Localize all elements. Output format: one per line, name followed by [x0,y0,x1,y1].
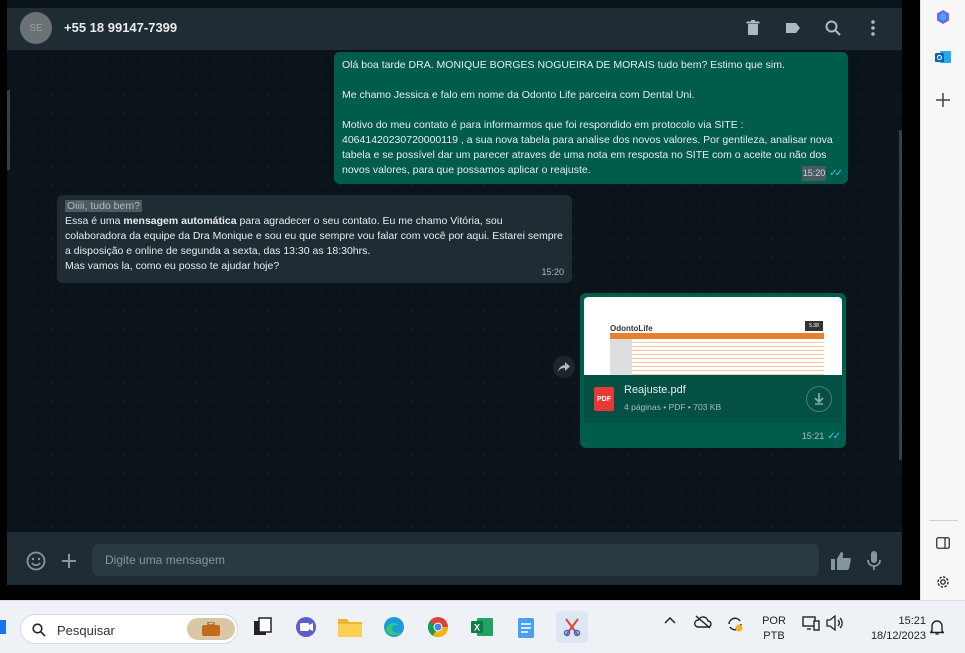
label-icon[interactable] [783,18,803,38]
copilot-icon[interactable] [933,7,953,27]
notepad-icon[interactable] [513,614,539,640]
sidebar-toggle-icon[interactable] [933,533,953,553]
start-icon[interactable] [0,620,6,634]
message-input[interactable]: Digite uma mensagem [92,544,819,576]
input-language[interactable]: POR PTB [760,614,788,644]
message-paragraph: Olá boa tarde DRA. MONIQUE BORGES NOGUEI… [342,59,785,71]
forward-icon[interactable] [553,356,575,378]
file-meta: 4 páginas • PDF • 703 KB [624,402,722,412]
edge-icon[interactable] [381,614,407,640]
message-text: Essa é uma mensagem automática para agra… [65,215,563,257]
menu-icon[interactable] [863,18,883,38]
search-placeholder: Pesquisar [57,623,115,638]
message-quote: Oiiii, tudo bem? [65,200,142,212]
left-scrollbar[interactable] [7,90,10,170]
message-outgoing-document[interactable]: OdontoLife 5.38 PDF Reajuste.pdf 4 págin… [580,293,846,448]
emoji-icon[interactable] [25,550,47,572]
svg-text:O: O [937,55,943,62]
svg-text:X: X [474,623,480,633]
chevron-up-icon[interactable] [664,615,676,627]
notification-bell-icon[interactable] [928,619,946,638]
outlook-icon[interactable]: O [933,47,953,67]
browser-sidebar: O [920,0,965,600]
document-row[interactable]: PDF Reajuste.pdf 4 páginas • PDF • 703 K… [584,375,842,423]
thumb-code: 5.38 [805,321,823,331]
taskbar-search[interactable]: Pesquisar [20,614,238,644]
read-ticks-icon: ✓✓ [829,168,843,179]
search-icon[interactable] [823,18,843,38]
trash-icon[interactable] [743,18,763,38]
message-paragraph: Me chamo Jessica e falo em nome da Odont… [342,89,695,101]
message-time: 15:20 ✓✓ [801,166,843,181]
message-time: 15:21 ✓✓ [801,431,841,442]
file-explorer-icon[interactable] [337,614,363,640]
microphone-icon[interactable] [863,550,885,572]
pdf-icon: PDF [594,387,614,411]
sync-icon[interactable] [726,615,744,636]
add-icon[interactable] [933,90,953,110]
taskbar-clock[interactable]: 15:21 18/12/2023 [858,614,926,644]
excel-icon[interactable]: X [469,614,495,640]
whatsapp-window: SE +55 18 99147-7399 Olá boa tarde DRA. … [7,0,902,585]
screen: SE +55 18 99147-7399 Olá boa tarde DRA. … [0,0,965,653]
cloud-offline-icon[interactable] [694,615,712,632]
teams-meet-icon[interactable] [293,614,319,640]
thumbs-up-icon[interactable] [830,550,852,572]
pdf-thumbnail[interactable]: OdontoLife 5.38 [584,297,842,375]
briefcase-icon[interactable] [187,618,235,640]
read-ticks-icon: ✓✓ [827,431,841,442]
chrome-icon[interactable] [425,614,451,640]
download-icon[interactable] [806,386,832,412]
message-time: 15:20 [541,267,564,277]
message-text: Mas vamos la, como eu posso te ajudar ho… [65,260,280,272]
search-icon [32,623,46,637]
network-icon[interactable] [802,615,820,634]
file-name: Reajuste.pdf [624,384,686,396]
contact-name[interactable]: +55 18 99147-7399 [64,20,177,35]
volume-icon[interactable] [826,614,844,634]
task-view-icon[interactable] [250,614,276,640]
chat-header: SE +55 18 99147-7399 [7,8,902,50]
chat-scrollbar[interactable] [899,130,902,460]
attach-plus-icon[interactable] [58,550,80,572]
avatar[interactable]: SE [20,12,52,44]
settings-gear-icon[interactable] [933,572,953,592]
message-paragraph: Motivo do meu contato é para informarmos… [342,119,833,176]
message-outgoing[interactable]: Olá boa tarde DRA. MONIQUE BORGES NOGUEI… [334,52,848,184]
snipping-tool-icon[interactable] [556,611,588,643]
chat-area[interactable]: Olá boa tarde DRA. MONIQUE BORGES NOGUEI… [7,50,902,532]
message-incoming[interactable]: Oiiii, tudo bem? Essa é uma mensagem aut… [57,195,572,283]
composer-bar: Digite uma mensagem [7,532,902,585]
taskbar: Pesquisar X POR PTB 15:21 18/12/2023 [0,600,965,653]
